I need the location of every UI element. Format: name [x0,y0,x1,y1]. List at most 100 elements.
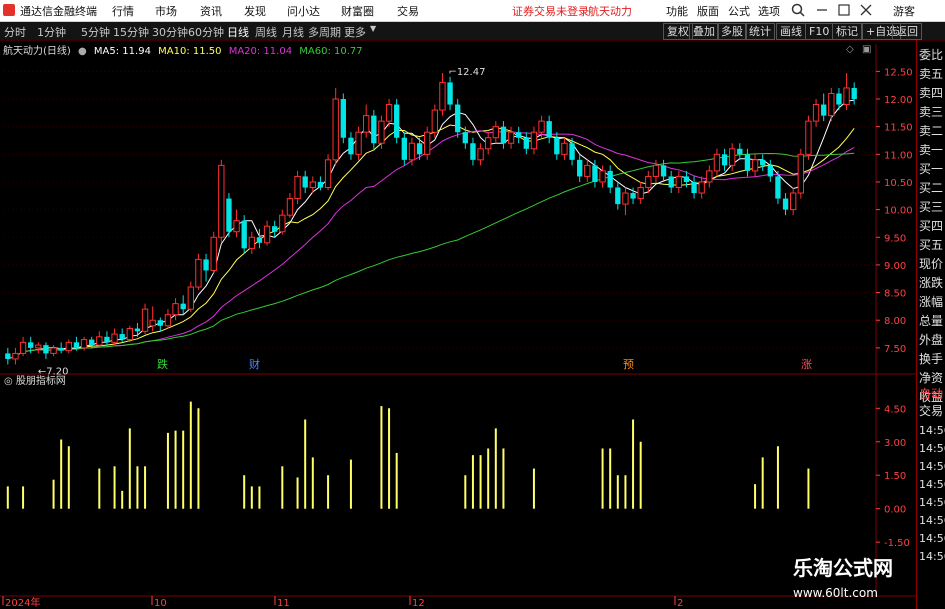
candle-up [561,142,568,155]
menu-item-layout[interactable]: 版面 [697,3,719,19]
maximize-icon[interactable] [836,2,852,18]
menu-item-wealth[interactable]: 财富圈 [341,3,374,19]
candle-down [516,132,522,138]
trade-time: 14:56 [919,532,945,545]
quote-sidebar: 委比 卖五 卖四 卖三 卖二 卖一 买一 买二 买三 买四 买五 现价 涨跌 涨幅 总量 外盘 换手 净资 收益 自动… [916,40,945,609]
quote-label: 买三 [919,200,944,214]
candle-down [317,181,324,188]
candle-up [477,148,484,161]
candle-up [805,120,812,155]
quote-label: 外盘 [919,333,944,347]
trade-time: 14:56 [919,514,945,527]
trade-time: 14:56 [919,550,945,563]
chevron-down-icon[interactable]: ▼ [370,24,376,33]
quote-label: 买四 [919,219,944,233]
event-tag: 预 [623,358,634,371]
candle-down [180,303,186,310]
menu-item-formula[interactable]: 公式 [728,3,750,19]
quote-label: 卖四 [919,86,944,100]
candle-down [607,170,613,188]
user-label[interactable]: 游客 [893,3,915,19]
event-tag: 跌 [157,357,168,371]
stock-name-link[interactable]: 航天动力 [588,3,632,19]
menu-item-assistant[interactable]: 问小达 [287,3,320,19]
tab-5min[interactable]: 5分钟 [81,24,110,40]
candle-up [210,236,217,271]
trade-time: 14:56 [919,442,945,455]
candle-up [111,333,118,343]
candle-up [141,308,149,332]
tab-multi-period[interactable]: 多周期 [308,24,341,40]
candle-up [65,341,72,352]
candle-down [43,345,49,354]
candle-up [187,286,194,310]
quote-label: 总量 [919,314,944,328]
candle-up [19,341,27,354]
candle-down [104,336,110,343]
candle-up [706,170,713,183]
menu-item-functions[interactable]: 功能 [666,3,688,19]
close-icon[interactable] [858,2,874,18]
candle-down [554,137,560,155]
ma-lines [7,99,855,360]
candle-up [713,153,721,172]
mark-button[interactable]: 标记 [832,23,862,40]
tab-monthly[interactable]: 月线 [282,24,304,40]
menu-item-trade[interactable]: 交易 [397,3,419,19]
candle-down [760,159,766,166]
candle-up [645,175,652,188]
menu-item-market[interactable]: 行情 [112,3,134,19]
tab-daily[interactable]: 日线 [227,24,249,40]
minimize-icon[interactable] [814,2,830,18]
candles [5,73,857,365]
tab-60min[interactable]: 60分钟 [188,24,224,40]
back-button[interactable]: 返回 [892,23,922,40]
date-label: 10 [154,598,167,609]
draw-line-button[interactable]: 画线 [776,23,806,40]
menu-item-markets[interactable]: 市场 [155,3,177,19]
price-tick-label: 9.00 [884,261,906,272]
candle-up [218,164,225,238]
f10-button[interactable]: F10 [805,23,834,40]
menu-item-options[interactable]: 选项 [758,3,780,19]
indicator-tick-label: 3.00 [884,438,906,449]
tab-timeshare[interactable]: 分时 [4,24,26,40]
price-chart[interactable]: 12.50 12.00 11.50 11.00 10.50 10.00 9.50 9.00 8.… [0,40,916,609]
candle-up [530,131,538,150]
candle-down [470,143,476,160]
ma20-line [7,130,855,360]
candle-down [302,176,308,188]
price-tick-label: 8.50 [884,289,906,300]
candle-down [836,93,842,105]
menu-item-news[interactable]: 资讯 [200,3,222,19]
tab-15min[interactable]: 15分钟 [113,24,149,40]
high-price-label: ⌐12.47 [448,67,485,78]
menu-item-discover[interactable]: 发现 [244,3,266,19]
candle-up [675,175,682,188]
candle-down [721,154,728,166]
candle-down [569,143,575,160]
multi-stock-button[interactable]: 多股 [717,23,747,40]
tab-30min[interactable]: 30分钟 [152,24,188,40]
candle-up [698,181,705,194]
ma10-line [7,124,855,360]
candle-up [828,92,835,117]
indicator-tick-label: 0.00 [884,505,906,516]
quote-label: 买一 [919,162,944,176]
candle-up [50,347,57,354]
candle-down [744,154,751,171]
candle-down [73,342,80,348]
price-tick-label: 10.00 [884,206,913,217]
stats-button[interactable]: 统计 [745,23,775,40]
trade-login-alert[interactable]: 证券交易未登录 [512,3,589,19]
tab-1min[interactable]: 1分钟 [37,24,66,40]
tab-weekly[interactable]: 周线 [255,24,277,40]
quote-label: 买二 [919,181,944,195]
date-label: 11 [277,598,290,609]
auto-trade-button[interactable]: 自动 [919,385,943,402]
candle-up [751,159,759,172]
overlay-button[interactable]: 叠加 [689,23,719,40]
tab-more[interactable]: 更多 [344,24,366,40]
indicator-tick-label: 4.50 [884,404,906,415]
search-icon[interactable] [790,2,806,18]
